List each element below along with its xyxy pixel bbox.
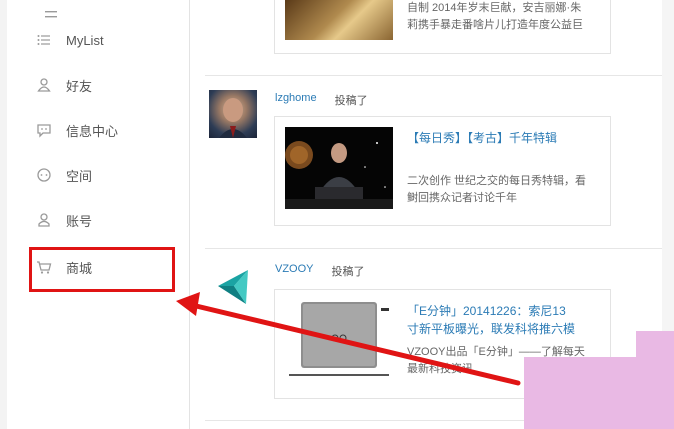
avatar[interactable] xyxy=(212,266,260,314)
username-link[interactable]: lzghome xyxy=(275,92,317,108)
divider xyxy=(205,248,674,249)
sidebar-item-mylist[interactable]: MyList xyxy=(35,20,175,60)
sidebar-item-label: 空间 xyxy=(66,168,93,184)
post-card[interactable]: 【每日秀】【考古】千年特辑 二次创作 世纪之交的每日秀特辑，看 鲥回携众记者讨论… xyxy=(274,116,611,226)
title-line: 寸新平板曝光，联发科将推六模 xyxy=(407,322,576,336)
title-line: 「E分钟」20141226：索尼13 xyxy=(407,304,566,318)
post-title[interactable]: 「E分钟」20141226：索尼13 寸新平板曝光，联发科将推六模 xyxy=(407,302,575,338)
page: MyList 好友 信息中心 空间 账号 商城 自制 2014年岁末巨献，安吉丽… xyxy=(0,0,674,429)
highlight-box xyxy=(29,247,175,292)
post-title[interactable]: 【每日秀】【考古】千年特辑 xyxy=(407,129,557,147)
sidebar-item-label: 信息中心 xyxy=(66,123,119,139)
description-line: 自制 2014年岁末巨献，安吉丽娜·朱 xyxy=(407,2,582,14)
list-icon xyxy=(35,31,53,49)
message-icon xyxy=(35,121,53,139)
post-header: VZOOY 投稿了 xyxy=(275,263,365,279)
post-header: lzghome 投稿了 xyxy=(275,92,368,108)
avatar[interactable] xyxy=(209,90,257,138)
account-icon xyxy=(35,211,53,229)
username-link[interactable]: VZOOY xyxy=(275,263,314,279)
sidebar-item-friends[interactable]: 好友 xyxy=(35,65,175,105)
overlay-patch xyxy=(524,357,674,429)
sidebar-item-messages[interactable]: 信息中心 xyxy=(35,110,175,150)
post-card-partial[interactable]: 自制 2014年岁末巨献，安吉丽娜·朱 莉携手暴走番啥片儿打造年度公益巨 xyxy=(274,0,611,54)
sidebar-item-label: 好友 xyxy=(66,78,93,94)
post-action-text: 投稿了 xyxy=(331,266,365,278)
post-description: 自制 2014年岁末巨献，安吉丽娜·朱 莉携手暴走番啥片儿打造年度公益巨 xyxy=(407,0,583,34)
space-icon xyxy=(35,166,53,184)
video-thumbnail[interactable] xyxy=(285,127,393,209)
friends-icon xyxy=(35,76,53,94)
video-thumbnail[interactable] xyxy=(285,300,393,382)
video-thumbnail[interactable] xyxy=(285,0,393,40)
post-action-text: 投稿了 xyxy=(334,95,368,107)
description-line: 莉携手暴走番啥片儿打造年度公益巨 xyxy=(407,19,583,31)
sidebar-item-label: MyList xyxy=(66,32,104,48)
post-description: 二次创作 世纪之交的每日秀特辑，看 鲥回携众记者讨论千年 xyxy=(407,173,586,207)
sidebar-item-label: 账号 xyxy=(66,213,93,229)
sidebar-item-space[interactable]: 空间 xyxy=(35,155,175,195)
sidebar-item-account[interactable]: 账号 xyxy=(35,200,175,240)
description-line: 鲥回携众记者讨论千年 xyxy=(407,192,517,204)
divider xyxy=(205,75,674,76)
description-line: 二次创作 世纪之交的每日秀特辑，看 xyxy=(407,175,587,187)
